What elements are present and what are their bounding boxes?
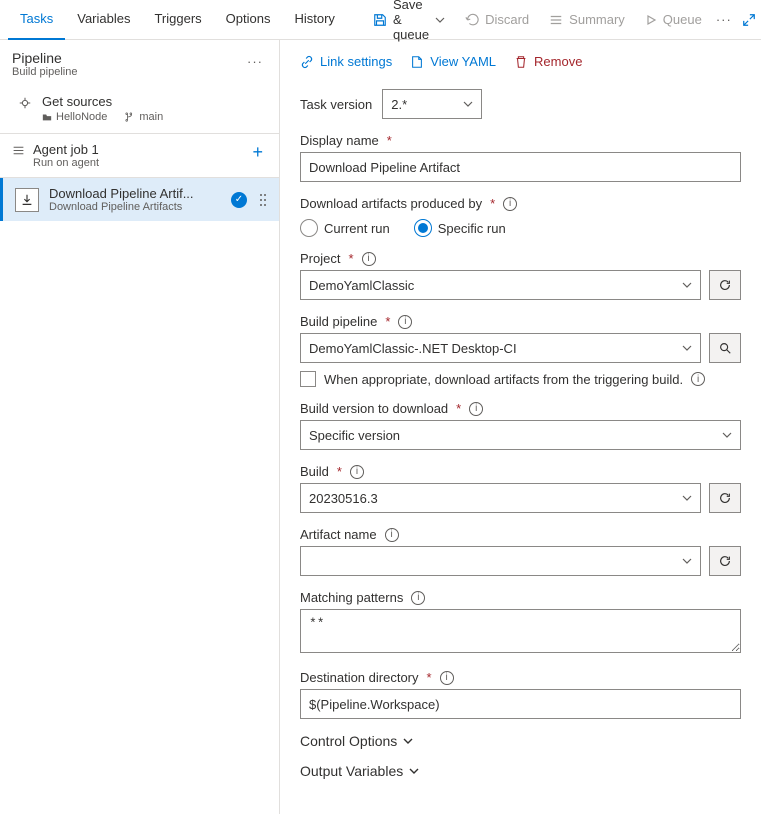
info-icon[interactable]: i [350,465,364,479]
queue-button[interactable]: Queue [635,4,712,36]
play-icon [645,14,657,26]
repo-name: HelloNode [42,111,107,123]
control-options-toggle[interactable]: Control Options [300,733,741,749]
remove-label: Remove [534,54,582,69]
main-tabs: Tasks Variables Triggers Options History [8,0,347,40]
tab-triggers[interactable]: Triggers [142,0,213,40]
refresh-build-button[interactable] [709,483,741,513]
triggering-build-checkbox[interactable] [300,371,316,387]
summary-button[interactable]: Summary [539,4,635,36]
view-yaml-label: View YAML [430,54,496,69]
build-pipeline-label: Build pipeline [300,314,377,329]
check-icon: ✓ [231,192,247,208]
artifact-name-select[interactable] [300,546,701,576]
build-label: Build [300,464,329,479]
agent-job-header[interactable]: Agent job 1 Run on agent + [0,133,279,178]
list-icon [549,13,563,27]
matching-patterns-input[interactable] [300,609,741,653]
tab-history[interactable]: History [282,0,346,40]
info-icon[interactable]: i [469,402,483,416]
build-version-select[interactable]: Specific version [300,420,741,450]
info-icon[interactable]: i [385,528,399,542]
destination-input[interactable] [300,689,741,719]
radio-specific-run-label: Specific run [438,221,506,236]
task-version-label: Task version [300,97,372,112]
radio-current-run-label: Current run [324,221,390,236]
drag-handle-icon[interactable] [257,192,269,208]
triggering-build-label: When appropriate, download artifacts fro… [324,372,683,387]
task-item-selected[interactable]: Download Pipeline Artif... Download Pipe… [0,178,279,221]
save-queue-button[interactable]: Save & queue [363,4,455,36]
display-name-input[interactable] [300,152,741,182]
tab-variables[interactable]: Variables [65,0,142,40]
expand-icon[interactable] [736,7,761,33]
project-label: Project [300,251,340,266]
artifact-name-label: Artifact name [300,527,377,542]
download-artifact-icon [15,188,39,212]
add-task-button[interactable]: + [248,142,267,163]
refresh-artifact-button[interactable] [709,546,741,576]
sources-icon [18,96,32,110]
pipeline-header[interactable]: Pipeline Build pipeline ··· [0,40,279,86]
link-settings-button[interactable]: Link settings [300,54,392,69]
build-pipeline-select[interactable]: DemoYamlClassic-.NET Desktop-CI [300,333,701,363]
info-icon[interactable]: i [503,197,517,211]
refresh-project-button[interactable] [709,270,741,300]
pipeline-more-button[interactable]: ··· [243,50,267,73]
pipeline-subtitle: Build pipeline [12,66,77,78]
info-icon[interactable]: i [691,372,705,386]
radio-current-run[interactable]: Current run [300,219,390,237]
task-version-select[interactable]: 2.* [382,89,482,119]
build-version-label: Build version to download [300,401,448,416]
task-item-title: Download Pipeline Artif... [49,186,221,201]
remove-button[interactable]: Remove [514,54,582,69]
view-yaml-button[interactable]: View YAML [410,54,496,69]
discard-button[interactable]: Discard [455,4,539,36]
trash-icon [514,55,528,69]
link-settings-label: Link settings [320,54,392,69]
get-sources-title: Get sources [42,94,163,109]
radio-specific-run[interactable]: Specific run [414,219,506,237]
get-sources-item[interactable]: Get sources HelloNode main [0,86,279,133]
info-icon[interactable]: i [411,591,425,605]
yaml-icon [410,55,424,69]
matching-patterns-label: Matching patterns [300,590,403,605]
search-pipeline-button[interactable] [709,333,741,363]
agent-job-sub: Run on agent [33,157,99,169]
tab-options[interactable]: Options [214,0,283,40]
queue-label: Queue [663,12,702,27]
info-icon[interactable]: i [398,315,412,329]
undo-icon [465,13,479,27]
info-icon[interactable]: i [440,671,454,685]
build-select[interactable]: 20230516.3 [300,483,701,513]
download-by-label: Download artifacts produced by [300,196,482,211]
display-name-label: Display name [300,133,379,148]
task-form: Link settings View YAML Remove Task vers… [280,40,761,814]
project-select[interactable]: DemoYamlClassic [300,270,701,300]
more-actions-button[interactable]: ··· [712,8,736,31]
summary-label: Summary [569,12,625,27]
top-toolbar: Tasks Variables Triggers Options History… [0,0,761,40]
link-icon [300,55,314,69]
discard-label: Discard [485,12,529,27]
save-icon [373,13,387,27]
task-item-sub: Download Pipeline Artifacts [49,201,221,213]
pipeline-title: Pipeline [12,50,77,66]
agent-icon [12,144,25,157]
output-variables-toggle[interactable]: Output Variables [300,763,741,779]
chevron-down-icon [435,15,445,25]
info-icon[interactable]: i [362,252,376,266]
destination-label: Destination directory [300,670,419,685]
save-queue-label: Save & queue [393,0,429,42]
tab-tasks[interactable]: Tasks [8,0,65,40]
agent-job-title: Agent job 1 [33,142,99,157]
left-panel: Pipeline Build pipeline ··· Get sources … [0,40,280,814]
branch-name: main [125,111,163,123]
